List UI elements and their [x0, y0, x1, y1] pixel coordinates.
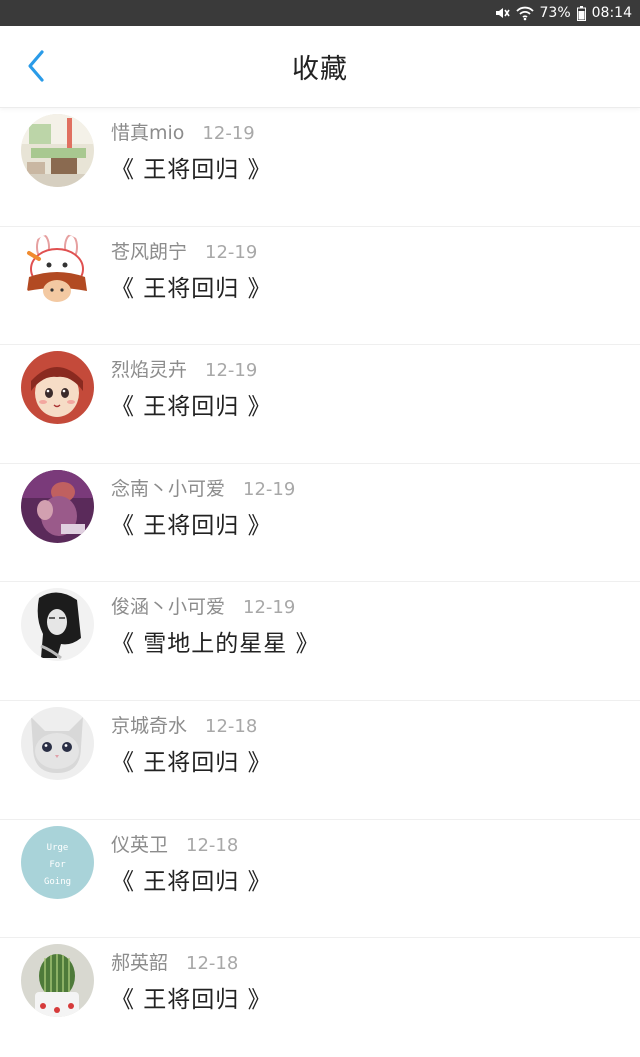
- battery-icon: [576, 5, 586, 21]
- date: 12-19: [243, 478, 296, 500]
- item-title: 《 王将回归 》: [111, 512, 272, 539]
- user-name: 惜真mio: [111, 122, 185, 144]
- list-item[interactable]: 京城奇水 12-18 《 王将回归 》: [0, 701, 640, 820]
- list-item[interactable]: 念南丶小可爱 12-19 《 王将回归 》: [0, 464, 640, 583]
- user-name: 烈焰灵卉: [111, 359, 188, 382]
- avatar[interactable]: [21, 706, 94, 780]
- list-item[interactable]: 俊涵丶小可爱 12-19 《 雪地上的星星 》: [0, 582, 640, 701]
- item-title: 《 王将回归 》: [111, 157, 272, 183]
- avatar[interactable]: [21, 114, 94, 187]
- item-title: 《 王将回归 》: [111, 275, 272, 302]
- avatar[interactable]: Urge For Going: [21, 825, 94, 899]
- item-title: 《 王将回归 》: [111, 394, 272, 421]
- user-name: 仪英卫: [111, 833, 169, 856]
- date: 12-19: [243, 597, 296, 619]
- app-header: 收藏: [0, 26, 640, 108]
- avatar[interactable]: [21, 588, 94, 662]
- item-title: 《 雪地上的星星 》: [111, 631, 320, 658]
- date: 12-18: [205, 715, 258, 737]
- avatar[interactable]: [21, 944, 94, 1018]
- clock: 08:14: [591, 5, 632, 21]
- avatar[interactable]: [21, 351, 94, 425]
- user-name: 郝英韶: [111, 952, 169, 975]
- list-item[interactable]: 苍风朗宁 12-19 《 王将回归 》: [0, 227, 640, 346]
- list-item[interactable]: Urge For Going 仪英卫 12-18 《 王将回归 》: [0, 820, 640, 939]
- date: 12-18: [186, 953, 239, 975]
- item-title: 《 王将回归 》: [111, 987, 272, 1014]
- list-item[interactable]: 惜真mio 12-19 《 王将回归 》: [0, 108, 640, 227]
- avatar[interactable]: [21, 232, 94, 306]
- status-bar: 73% 08:14: [0, 0, 640, 26]
- date: 12-18: [186, 834, 239, 856]
- favorites-list: 惜真mio 12-19 《 王将回归 》 苍风朗宁 12-19 《 王将回归 》…: [0, 108, 640, 1057]
- user-name: 俊涵丶小可爱: [111, 596, 226, 619]
- avatar-text-3: Going: [44, 877, 71, 887]
- date: 12-19: [202, 123, 255, 144]
- item-title: 《 王将回归 》: [111, 868, 272, 895]
- list-item[interactable]: 烈焰灵卉 12-19 《 王将回归 》: [0, 345, 640, 464]
- user-name: 念南丶小可爱: [111, 477, 226, 500]
- user-name: 京城奇水: [111, 714, 188, 737]
- date: 12-19: [205, 360, 258, 382]
- page-title: 收藏: [292, 54, 348, 85]
- battery-percent: 73%: [539, 5, 571, 21]
- chevron-left-icon: [26, 49, 46, 87]
- back-button[interactable]: [18, 48, 54, 88]
- avatar-text-1: Urge: [47, 843, 69, 853]
- wifi-icon: [515, 5, 534, 21]
- item-title: 《 王将回归 》: [111, 749, 272, 776]
- avatar[interactable]: [21, 469, 94, 543]
- avatar-text-2: For: [49, 860, 66, 870]
- list-item[interactable]: 郝英韶 12-18 《 王将回归 》: [0, 938, 640, 1057]
- date: 12-19: [205, 241, 258, 263]
- user-name: 苍风朗宁: [111, 240, 188, 263]
- mute-icon: [494, 5, 510, 21]
